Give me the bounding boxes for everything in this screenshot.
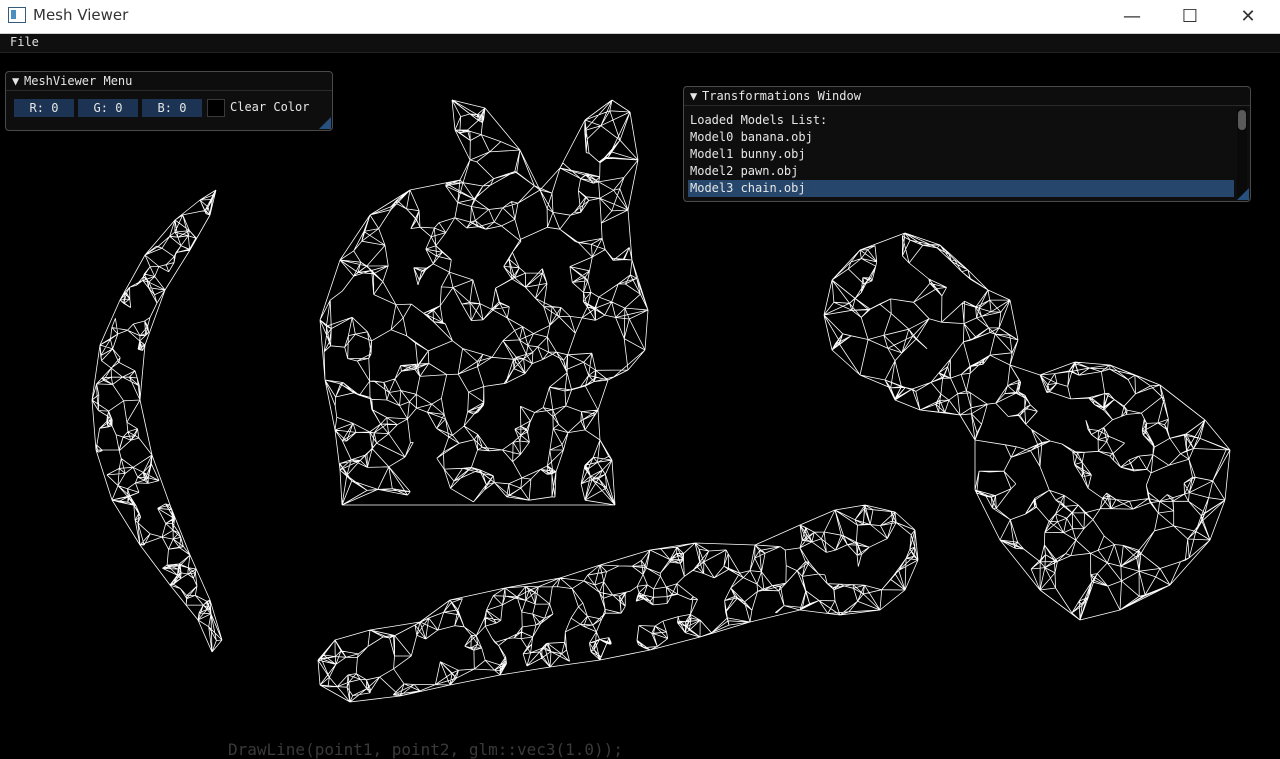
transformations-header[interactable]: ▼ Transformations Window bbox=[684, 87, 1250, 106]
chain-mesh bbox=[317, 504, 919, 703]
meshviewer-menu-panel: ▼ MeshViewer Menu R: 0 G: 0 B: 0 Clear Co… bbox=[5, 71, 333, 131]
red-input[interactable]: R: 0 bbox=[14, 99, 74, 117]
resize-grip-icon[interactable] bbox=[319, 117, 331, 129]
scroll-thumb[interactable] bbox=[1238, 110, 1246, 130]
list-header: Loaded Models List: bbox=[690, 113, 828, 127]
background-code: DrawLine(point1, point2, glm::vec3(1.0))… bbox=[228, 740, 623, 759]
collapse-triangle-icon[interactable]: ▼ bbox=[12, 72, 24, 90]
meshviewer-menu-title: MeshViewer Menu bbox=[24, 74, 133, 88]
transformations-panel: ▼ Transformations Window Loaded Models Li… bbox=[683, 86, 1251, 202]
list-item-model3[interactable]: Model3 chain.obj bbox=[688, 180, 1234, 197]
clear-color-swatch[interactable] bbox=[207, 99, 225, 117]
list-scrollbar[interactable] bbox=[1237, 108, 1247, 196]
collapse-triangle-icon[interactable]: ▼ bbox=[690, 87, 702, 105]
green-input[interactable]: G: 0 bbox=[78, 99, 138, 117]
blue-input[interactable]: B: 0 bbox=[142, 99, 202, 117]
clear-color-label: Clear Color bbox=[230, 100, 310, 114]
list-item-model0[interactable]: Model0 banana.obj bbox=[688, 129, 1234, 146]
banana-mesh bbox=[91, 189, 223, 653]
list-item-model2[interactable]: Model2 pawn.obj bbox=[688, 163, 1234, 180]
transformations-title: Transformations Window bbox=[702, 89, 861, 103]
bunny-mesh bbox=[319, 99, 649, 506]
list-item-model1[interactable]: Model1 bunny.obj bbox=[688, 146, 1234, 163]
models-list[interactable]: Loaded Models List: Model0 banana.obj Mo… bbox=[688, 112, 1234, 200]
pawn-mesh bbox=[823, 232, 1231, 621]
resize-grip-icon[interactable] bbox=[1237, 188, 1249, 200]
meshviewer-menu-header[interactable]: ▼ MeshViewer Menu bbox=[6, 72, 332, 91]
